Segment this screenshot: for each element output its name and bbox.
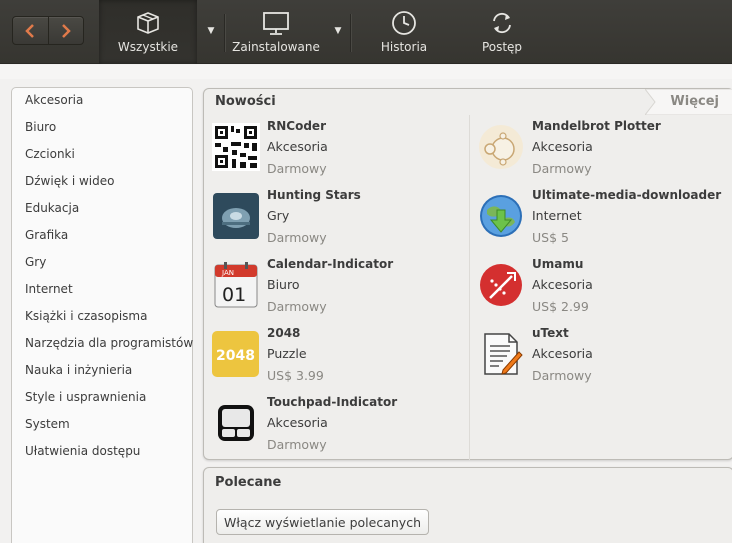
calendar-month: JAN (221, 269, 234, 277)
category-sidebar: Akcesoria Biuro Czcionki Dźwięk i wideo … (11, 87, 193, 543)
app-tile-umamu[interactable]: Umamu Akcesoria US$ 2.99 (477, 257, 732, 323)
app-price: US$ 3.99 (267, 368, 324, 383)
sidebar-item-style[interactable]: Style i usprawnienia (25, 390, 146, 404)
monitor-icon (263, 12, 289, 35)
spaceship-icon (213, 193, 259, 239)
calendar-icon: JAN 01 (214, 262, 258, 308)
app-name: Calendar-Indicator (267, 257, 394, 271)
sidebar-item-narzedzia[interactable]: Narzędzia dla programistów (25, 336, 193, 350)
sidebar-item-gry[interactable]: Gry (25, 255, 46, 269)
app-price: US$ 5 (532, 230, 569, 245)
progress-label: Postęp (481, 40, 523, 54)
installed-dropdown-arrow[interactable]: ▼ (332, 25, 344, 37)
chevron-left-icon (25, 23, 35, 38)
app-tile-mandelbrot-plotter[interactable]: Mandelbrot Plotter Akcesoria Darmowy (477, 119, 732, 185)
app-category: Internet (532, 208, 582, 223)
forward-button[interactable] (49, 17, 84, 44)
more-label: Więcej (670, 94, 719, 109)
installed-label: Zainstalowane (232, 40, 320, 54)
app-category: Akcesoria (267, 139, 328, 154)
app-price: Darmowy (267, 230, 327, 245)
calendar-day: 01 (222, 284, 246, 306)
app-category: Puzzle (267, 346, 307, 361)
sidebar-item-edukacja[interactable]: Edukacja (25, 201, 79, 215)
app-price: Darmowy (267, 161, 327, 176)
app-name: Mandelbrot Plotter (532, 119, 661, 133)
sidebar-item-akcesoria[interactable]: Akcesoria (25, 93, 83, 107)
whats-new-title: Nowości (215, 94, 276, 109)
app-price: Darmowy (267, 299, 327, 314)
box-icon (137, 12, 159, 34)
mandelbrot-icon (479, 125, 523, 169)
installed-button[interactable]: Zainstalowane (226, 0, 326, 64)
tile-2048-icon: 2048 (212, 331, 259, 377)
history-button[interactable]: Historia (362, 0, 446, 64)
sidebar-item-ksiazki[interactable]: Książki i czasopisma (25, 309, 147, 323)
all-software-label: Wszystkie (117, 40, 179, 54)
app-tile-calendar-indicator[interactable]: JAN 01 Calendar-Indicator Biuro Darmowy (212, 257, 472, 323)
qr-code-icon (212, 123, 260, 171)
app-price: Darmowy (532, 368, 592, 383)
all-software-button[interactable]: Wszystkie (99, 0, 197, 64)
whats-new-panel: Nowości Więcej RNCoder Akcesoria Darmowy (203, 88, 732, 460)
clock-icon (392, 11, 416, 35)
sidebar-item-biuro[interactable]: Biuro (25, 120, 56, 134)
back-button[interactable] (13, 17, 49, 44)
navigation-buttons (12, 16, 84, 45)
app-category: Akcesoria (532, 139, 593, 154)
tile-text: 2048 (216, 348, 255, 364)
history-label: Historia (380, 40, 428, 54)
chevron-right-icon (61, 23, 71, 38)
globe-download-icon (480, 195, 522, 237)
refresh-icon (493, 12, 511, 34)
app-price: Darmowy (267, 437, 327, 452)
app-name: Ultimate-media-downloader (532, 188, 722, 202)
touchpad-icon (218, 405, 254, 441)
recommended-panel: Polecane Włącz wyświetlanie polecanych (203, 467, 732, 543)
sidebar-item-czcionki[interactable]: Czcionki (25, 147, 75, 161)
toolbar-separator (224, 14, 225, 52)
toolbar-ribbon (0, 65, 732, 79)
text-editor-icon (484, 333, 523, 375)
app-category: Akcesoria (267, 415, 328, 430)
sidebar-item-dzwiek-i-wideo[interactable]: Dźwięk i wideo (25, 174, 114, 188)
app-tile-2048[interactable]: 2048 2048 Puzzle US$ 3.99 (212, 326, 472, 392)
app-category: Akcesoria (532, 346, 593, 361)
app-category: Akcesoria (532, 277, 593, 292)
app-category: Biuro (267, 277, 300, 292)
sidebar-item-grafika[interactable]: Grafika (25, 228, 68, 242)
app-name: uText (532, 326, 569, 340)
all-dropdown-arrow[interactable]: ▼ (205, 25, 217, 37)
app-tile-rncoder[interactable]: RNCoder Akcesoria Darmowy (212, 119, 472, 185)
umamu-icon (480, 264, 522, 306)
toolbar: Wszystkie ▼ Zainstalowane ▼ Historia Pos… (0, 0, 732, 64)
sidebar-item-internet[interactable]: Internet (25, 282, 73, 296)
app-tile-ultimate-media-downloader[interactable]: Ultimate-media-downloader Internet US$ 5 (477, 188, 732, 254)
app-name: Umamu (532, 257, 584, 271)
whats-new-header: Nowości Więcej (204, 89, 732, 115)
app-price: US$ 2.99 (532, 299, 589, 314)
app-tile-touchpad-indicator[interactable]: Touchpad-Indicator Akcesoria Darmowy (212, 395, 472, 461)
toolbar-separator (350, 14, 351, 52)
sidebar-item-system[interactable]: System (25, 417, 70, 431)
app-name: 2048 (267, 326, 301, 340)
sidebar-item-ulatwienia[interactable]: Ułatwienia dostępu (25, 444, 140, 458)
more-button[interactable]: Więcej (645, 89, 732, 115)
app-tile-hunting-stars[interactable]: Hunting Stars Gry Darmowy (212, 188, 472, 254)
sidebar-item-nauka[interactable]: Nauka i inżynieria (25, 363, 132, 377)
enable-recommendations-button[interactable]: Włącz wyświetlanie polecanych (216, 509, 429, 535)
app-category: Gry (267, 208, 290, 223)
recommended-title: Polecane (215, 475, 282, 490)
app-name: Hunting Stars (267, 188, 361, 202)
app-price: Darmowy (532, 161, 592, 176)
progress-button[interactable]: Postęp (462, 0, 542, 64)
app-name: Touchpad-Indicator (267, 395, 398, 409)
app-tile-utext[interactable]: uText Akcesoria Darmowy (477, 326, 732, 392)
app-name: RNCoder (267, 119, 326, 133)
